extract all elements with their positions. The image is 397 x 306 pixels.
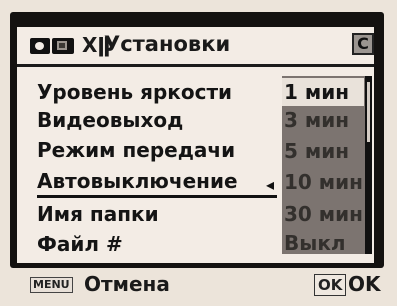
option-1-min[interactable]: 1 мин xyxy=(284,80,349,104)
menu-item-brightness[interactable]: Уровень яркости xyxy=(37,80,232,104)
ok-label: OK xyxy=(348,272,381,296)
menu-key-icon[interactable]: MENU xyxy=(30,277,73,293)
selection-underline xyxy=(37,195,277,198)
menu-item-video-out[interactable]: Видеовыход xyxy=(37,108,183,132)
menu-item-folder-name[interactable]: Имя папки xyxy=(37,202,159,226)
page-title: Установки xyxy=(104,32,231,56)
playback-tab-icon[interactable] xyxy=(52,38,74,54)
option-5-min[interactable]: 5 мин xyxy=(284,139,349,163)
ok-key-icon[interactable]: OK xyxy=(314,274,347,296)
option-10-min[interactable]: 10 мин xyxy=(284,170,363,194)
option-30-min[interactable]: 30 мин xyxy=(284,202,363,226)
menu-item-file-number[interactable]: Файл # xyxy=(37,232,123,256)
left-arrow-icon: ◂ xyxy=(266,175,275,194)
options-scrollbar-thumb[interactable] xyxy=(367,82,370,142)
custom-tab-icon[interactable]: C xyxy=(352,33,374,55)
camera-tab-icon[interactable] xyxy=(30,38,50,54)
option-3-min[interactable]: 3 мин xyxy=(284,108,349,132)
menu-item-transfer-mode[interactable]: Режим передачи xyxy=(37,138,235,162)
option-off[interactable]: Выкл xyxy=(284,231,346,255)
cancel-label: Отмена xyxy=(84,272,170,296)
menu-item-auto-power-off[interactable]: Автовыключение xyxy=(37,169,238,193)
